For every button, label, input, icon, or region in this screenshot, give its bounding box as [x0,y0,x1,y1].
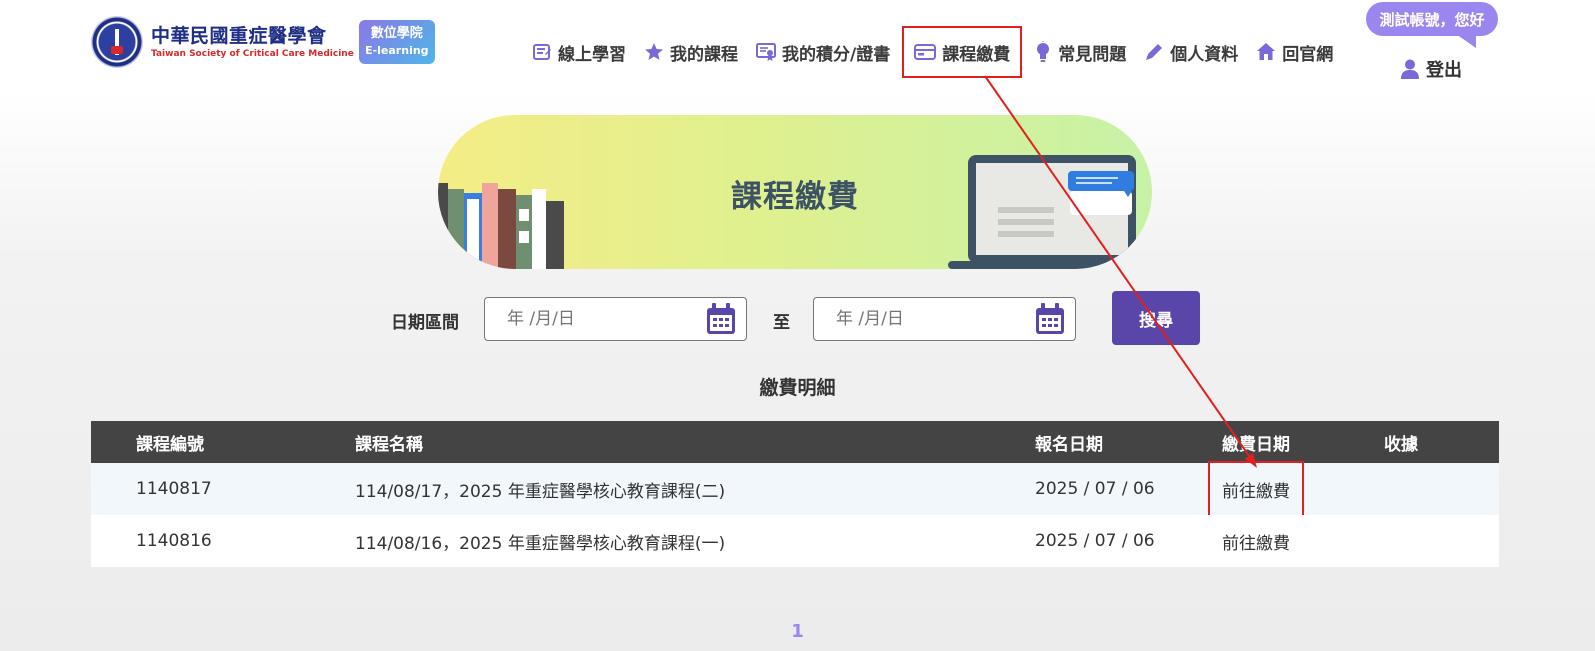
page-banner: 課程繳費 [438,115,1152,269]
nav-my-courses[interactable]: 我的課程 [644,38,738,66]
star-icon [645,43,663,60]
main-nav: 線上學習 我的課程 我的積分/證書 課程繳費 常見問題 個人資料 回官網 [532,26,1351,78]
section-title: 繳費明細 [759,377,836,399]
course-id: 1140817 [136,479,212,499]
logout-button[interactable]: 登出 [1401,56,1462,82]
calendar-icon[interactable] [1035,303,1065,335]
nav-credits-certificates[interactable]: 我的積分/證書 [756,38,890,66]
search-button[interactable]: 搜尋 [1112,291,1200,345]
go-to-payment-link[interactable]: 前往繳費 [1222,515,1290,567]
nav-profile[interactable]: 個人資料 [1144,38,1238,66]
date-range-label: 日期區間 [391,313,459,333]
go-to-payment-link[interactable]: 前往繳費 [1208,461,1304,517]
pencil-icon [1146,44,1163,60]
table-header: 課程編號 課程名稱 報名日期 繳費日期 收據 [91,421,1499,463]
greeting-bubble-tail [1456,34,1476,48]
org-name-cn: 中華民國重症醫學會 [151,25,327,47]
greeting-bubble: 測試帳號，您好 [1366,2,1498,36]
column-header-course-name: 課程名稱 [355,434,423,455]
nav-label: 我的課程 [670,44,738,65]
column-header-payment-date: 繳費日期 [1222,434,1290,455]
start-date-input[interactable] [507,309,687,329]
table-row: 1140817 114/08/17，2025 年重症醫學核心教育課程(二) 20… [91,461,1499,517]
pagination-current-page[interactable]: 1 [0,621,1595,642]
user-icon [1401,59,1419,79]
society-seal-icon [91,16,143,68]
course-id: 1140816 [136,531,212,551]
credit-card-icon [914,44,937,60]
nav-online-learning[interactable]: 線上學習 [532,38,626,66]
column-header-course-id: 課程編號 [136,434,204,455]
course-list-icon [533,44,551,60]
laptop-illustration [948,155,1138,269]
nav-label: 回官網 [1282,44,1334,65]
column-header-receipt: 收據 [1384,434,1418,455]
nav-course-payment[interactable]: 課程繳費 [902,26,1023,78]
org-name-en: Taiwan Society of Critical Care Medicine [151,49,354,59]
elearning-badge: 數位學院 E-learning [358,20,435,64]
nav-label: 課程繳費 [942,44,1011,65]
end-date-field[interactable] [813,297,1076,341]
lightbulb-icon [1037,41,1050,62]
nav-official-site[interactable]: 回官網 [1256,38,1333,66]
nav-label: 我的積分/證書 [782,44,891,65]
date-range-to-label: 至 [773,313,790,333]
logout-label: 登出 [1426,60,1462,81]
table-row: 1140816 114/08/16，2025 年重症醫學核心教育課程(一) 20… [91,515,1499,567]
calendar-icon[interactable] [706,303,736,335]
end-date-input[interactable] [836,309,1016,329]
column-header-registration-date: 報名日期 [1035,434,1103,455]
home-icon [1257,43,1276,60]
certificate-icon [756,43,776,61]
payment-table: 課程編號 課程名稱 報名日期 繳費日期 收據 1140817 114/08/17… [91,421,1499,567]
nav-label: 常見問題 [1058,44,1127,65]
registration-date: 2025 / 07 / 06 [1035,531,1155,551]
course-name: 114/08/17，2025 年重症醫學核心教育課程(二) [355,481,726,502]
course-name: 114/08/16，2025 年重症醫學核心教育課程(一) [355,533,726,554]
nav-faq[interactable]: 常見問題 [1034,38,1126,66]
start-date-field[interactable] [484,297,747,341]
site-logo[interactable]: 中華民國重症醫學會 Taiwan Society of Critical Car… [91,16,435,68]
registration-date: 2025 / 07 / 06 [1035,479,1155,499]
nav-label: 個人資料 [1170,44,1239,65]
nav-label: 線上學習 [558,44,626,65]
